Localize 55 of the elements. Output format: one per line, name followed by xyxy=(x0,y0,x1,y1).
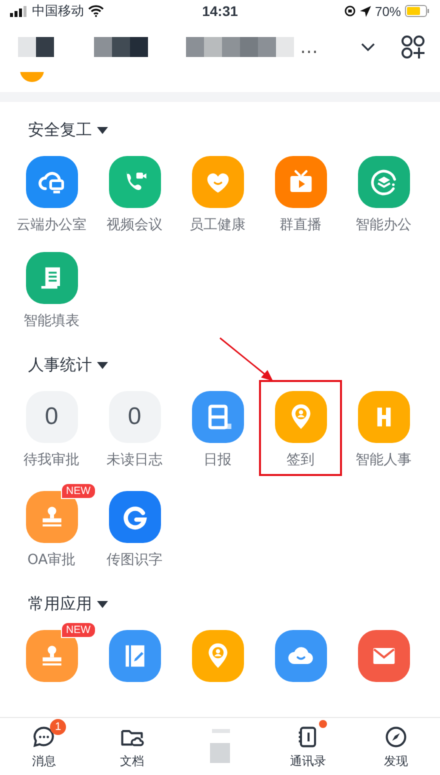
section-title[interactable]: 常用应用 xyxy=(28,594,92,615)
rotation-lock-icon xyxy=(344,5,356,17)
new-badge: NEW xyxy=(61,622,96,638)
location-arrow-icon xyxy=(360,6,371,16)
app-label: OA审批 xyxy=(27,551,76,569)
battery-icon xyxy=(405,5,430,17)
app-label: 传图识字 xyxy=(106,551,162,569)
app-label: 智能填表 xyxy=(24,312,80,330)
app-label: 云端办公室 xyxy=(16,216,86,234)
app-label: 视频会议 xyxy=(106,216,162,234)
app-cloud-smile-icon[interactable] xyxy=(274,630,326,682)
app-heart-icon[interactable] xyxy=(192,156,244,208)
app-tv-icon[interactable] xyxy=(274,156,326,208)
battery-percent: 70% xyxy=(374,4,401,18)
app-label: 智能人事 xyxy=(356,451,412,469)
caret-icon[interactable] xyxy=(97,601,108,608)
app-layers-icon[interactable] xyxy=(358,156,410,208)
carrier-name: 中国移动 xyxy=(32,2,84,20)
app-pin-icon[interactable] xyxy=(192,630,244,682)
chat-icon xyxy=(31,724,57,750)
counter-tile[interactable]: 0 xyxy=(108,391,160,443)
app-label: 待我审批 xyxy=(24,451,80,469)
app-label: 员工健康 xyxy=(190,216,246,234)
app-mail-icon[interactable] xyxy=(358,630,410,682)
tab-item[interactable]: 通讯录 xyxy=(264,718,352,775)
compass-icon xyxy=(383,724,409,750)
section-title[interactable]: 人事统计 xyxy=(28,355,92,376)
tab-item[interactable]: 文档 xyxy=(88,718,176,775)
app-video-icon[interactable] xyxy=(108,156,160,208)
app-h-icon[interactable] xyxy=(358,391,410,443)
app-label: 未读日志 xyxy=(106,451,162,469)
app-calendar-icon[interactable] xyxy=(192,391,244,443)
app-notebook-icon[interactable] xyxy=(108,630,160,682)
signal-icon xyxy=(10,6,28,16)
app-label: 日报 xyxy=(204,451,232,469)
app-label: 智能办公 xyxy=(356,216,412,234)
tab-item[interactable]: 1 消息 xyxy=(0,718,88,775)
app-label: 签到 xyxy=(286,451,314,469)
app-cloud-icon[interactable] xyxy=(26,156,78,208)
counter-tile[interactable]: 0 xyxy=(26,391,78,443)
caret-icon[interactable] xyxy=(97,362,108,369)
caret-icon[interactable] xyxy=(97,127,108,134)
app-label: 群直播 xyxy=(280,216,322,234)
app-g-icon[interactable] xyxy=(108,491,160,543)
app-form-icon[interactable] xyxy=(26,252,78,304)
wifi-icon xyxy=(88,5,104,17)
section-title[interactable]: 安全复工 xyxy=(28,120,92,141)
title-ellipsis: … xyxy=(300,36,318,58)
new-badge: NEW xyxy=(61,483,96,499)
tab-item[interactable]: 发现 xyxy=(352,718,440,775)
unread-badge: 1 xyxy=(50,719,66,735)
status-time: 14:31 xyxy=(202,3,238,19)
app-pin-icon[interactable] xyxy=(274,391,326,443)
avatar-edge-drawing xyxy=(20,72,44,82)
add-app-icon[interactable] xyxy=(400,34,426,60)
